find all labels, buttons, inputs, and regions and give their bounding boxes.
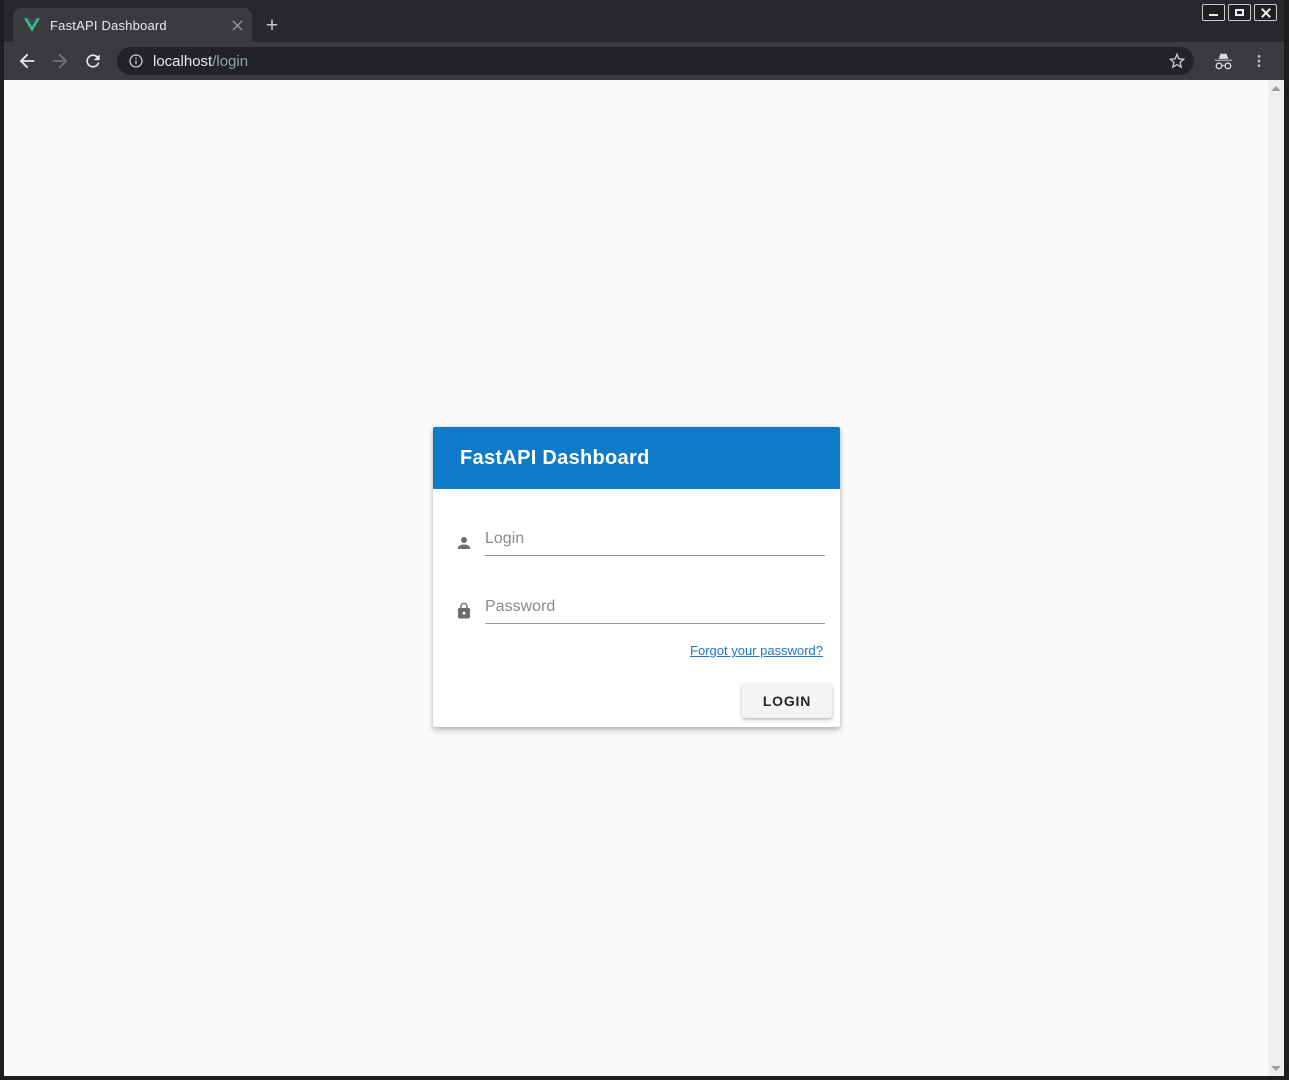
- arrow-forward-icon: [49, 50, 71, 72]
- maximize-button[interactable]: [1228, 4, 1251, 21]
- maximize-icon: [1235, 9, 1244, 16]
- reload-icon: [83, 51, 103, 71]
- password-field-row: [455, 597, 825, 624]
- person-icon: [455, 534, 473, 552]
- url-text: localhost/login: [153, 53, 248, 70]
- minimize-icon: [1209, 14, 1218, 16]
- reload-button[interactable]: [78, 46, 108, 76]
- lock-icon: [455, 602, 473, 620]
- forgot-password-row: Forgot your password?: [433, 644, 823, 657]
- login-field-row: [455, 529, 825, 556]
- window-controls: [1202, 4, 1277, 21]
- url-path: /login: [212, 53, 248, 70]
- close-icon: [1261, 8, 1271, 18]
- back-button[interactable]: [12, 46, 42, 76]
- address-bar[interactable]: localhost/login: [117, 47, 1194, 75]
- tab-strip: FastAPI Dashboard +: [4, 0, 1284, 42]
- incognito-icon: [1213, 51, 1234, 72]
- close-button[interactable]: [1254, 4, 1277, 21]
- scroll-down-button[interactable]: [1268, 1060, 1284, 1076]
- page-content: FastAPI Dashboard Forgo: [4, 80, 1284, 1076]
- tab-title: FastAPI Dashboard: [50, 18, 228, 33]
- arrow-back-icon: [16, 50, 38, 72]
- browser-window: FastAPI Dashboard +: [0, 0, 1289, 1080]
- bookmark-button[interactable]: [1164, 48, 1190, 74]
- kebab-menu-icon: [1251, 53, 1267, 69]
- chevron-down-icon: [1271, 1066, 1281, 1071]
- login-input[interactable]: [485, 529, 825, 556]
- login-card-header: FastAPI Dashboard: [433, 427, 840, 489]
- url-host: localhost: [153, 53, 212, 70]
- browser-tab[interactable]: FastAPI Dashboard: [13, 8, 252, 42]
- page-scrollbar[interactable]: [1268, 80, 1284, 1076]
- chevron-up-icon: [1271, 86, 1281, 91]
- card-actions: LOGIN: [433, 657, 840, 727]
- incognito-badge[interactable]: [1208, 46, 1238, 76]
- info-icon[interactable]: [128, 53, 144, 69]
- scroll-up-button[interactable]: [1268, 80, 1284, 96]
- forward-button[interactable]: [45, 46, 75, 76]
- browser-toolbar: localhost/login: [4, 42, 1284, 80]
- new-tab-button[interactable]: +: [258, 11, 286, 39]
- login-card: FastAPI Dashboard Forgo: [433, 427, 840, 727]
- page-title: FastAPI Dashboard: [460, 447, 650, 470]
- close-icon: [232, 20, 243, 31]
- vue-logo-icon: [24, 18, 40, 33]
- forgot-password-link[interactable]: Forgot your password?: [690, 643, 823, 658]
- star-icon: [1167, 51, 1187, 71]
- minimize-button[interactable]: [1202, 4, 1225, 21]
- tab-close-button[interactable]: [228, 16, 246, 34]
- browser-menu-button[interactable]: [1244, 46, 1274, 76]
- password-input[interactable]: [485, 597, 825, 624]
- login-button[interactable]: LOGIN: [742, 683, 832, 718]
